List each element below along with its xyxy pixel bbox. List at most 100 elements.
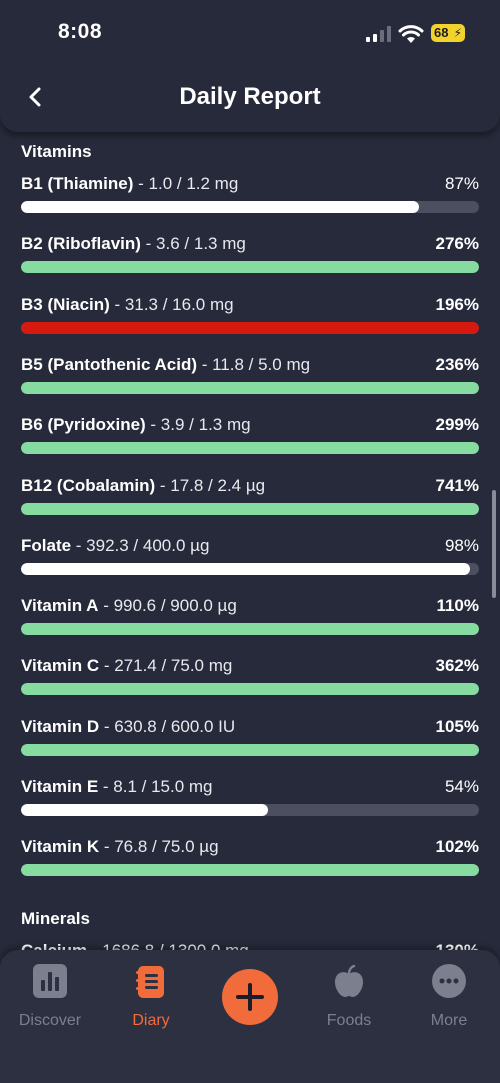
wifi-icon [398,25,424,43]
tab-foods[interactable]: Foods [309,964,389,1030]
nutrient-percent: 98% [444,535,479,555]
progress-bar [21,442,479,455]
tab-diary[interactable]: Diary [111,964,191,1030]
nutrient-row[interactable]: Vitamin D - 630.8 / 600.0 IU 105% [21,717,479,761]
header: Daily Report [0,64,500,132]
nutrient-name: Vitamin D [21,716,100,736]
progress-bar [21,502,479,515]
nutrient-row[interactable]: B5 (Pantothenic Acid) - 11.8 / 5.0 mg 236… [21,355,479,399]
nutrient-label: B12 (Cobalamin) - 17.8 / 2.4 µg [21,476,265,496]
progress-bar [21,864,479,877]
tab-label-more: More [430,1012,468,1029]
section-title-minerals: Minerals [21,909,90,928]
scrollbar[interactable] [492,490,496,598]
progress-bar-fill [21,442,479,455]
nutrient-percent: 236% [435,354,479,374]
nutrient-amount: - 17.8 / 2.4 µg [155,475,266,495]
nutrient-row[interactable]: Vitamin C - 271.4 / 75.0 mg 362% [21,656,479,700]
nutrient-row[interactable]: Vitamin A - 990.6 / 900.0 µg 110% [21,596,479,640]
nutrient-label: Vitamin E - 8.1 / 15.0 mg [21,777,213,797]
progress-bar-fill [21,381,479,394]
nutrient-amount: - 630.8 / 600.0 IU [99,716,236,736]
nutrient-amount: - 76.8 / 75.0 µg [99,837,219,857]
nutrient-label: B2 (Riboflavin) - 3.6 / 1.3 mg [21,234,246,254]
progress-bar-fill [21,804,269,816]
nutrient-percent: 105% [435,716,479,736]
nutrient-percent: 196% [435,294,479,314]
add-entry-button[interactable] [222,969,278,1025]
nutrient-name: B3 (Niacin) [21,294,110,314]
report-scroll-area[interactable]: Vitamins B1 (Thiamine) - 1.0 / 1.2 mg 87%… [0,132,500,950]
nutrient-amount: - 11.8 / 5.0 mg [197,354,311,374]
cellular-signal-icon [366,26,391,42]
progress-bar [21,261,479,274]
nutrient-name: B5 (Pantothenic Acid) [21,354,197,374]
nutrient-amount: - 3.6 / 1.3 mg [140,234,246,254]
progress-bar [21,321,479,334]
nutrient-amount: - 3.9 / 1.3 mg [145,415,251,435]
more-icon [432,964,466,998]
nutrient-amount: - 31.3 / 16.0 mg [109,294,234,314]
charging-bolt-icon: ⚡ [453,26,462,40]
nutrient-percent: 110% [436,596,479,616]
progress-bar [21,381,479,394]
nutrient-label: B1 (Thiamine) - 1.0 / 1.2 mg [21,174,238,194]
progress-bar [21,743,479,756]
tab-label-foods: Foods [326,1012,372,1029]
nutrient-amount: - 1.0 / 1.2 mg [133,174,239,193]
nutrient-row[interactable]: Folate - 392.3 / 400.0 µg 98% [21,536,479,580]
progress-bar-fill [21,562,470,575]
tab-more[interactable]: More [409,964,489,1030]
nutrient-label: Vitamin A - 990.6 / 900.0 µg [21,596,237,616]
nutrient-row[interactable]: B1 (Thiamine) - 1.0 / 1.2 mg 87% [21,174,479,218]
progress-bar [21,201,479,213]
nutrient-name: Vitamin C [21,656,100,676]
battery-level: 68 [434,25,449,40]
nutrient-percent: 362% [435,656,479,676]
nutrient-percent: 741% [435,475,479,495]
progress-bar-fill [21,201,420,213]
nutrient-percent: 54% [444,777,479,796]
nutrient-label: Calcium - 1686.8 / 1300.0 mg [21,941,249,950]
nutrient-name: Vitamin K [21,837,100,857]
progress-bar-fill [21,743,479,756]
diary-icon [136,966,164,998]
nutrient-row[interactable]: Calcium - 1686.8 / 1300.0 mg 130% [21,941,479,950]
nutrient-row[interactable]: Vitamin K - 76.8 / 75.0 µg 102% [21,837,479,881]
progress-bar-fill [21,261,479,274]
nutrient-name: B6 (Pyridoxine) [21,415,146,435]
nutrient-label: B5 (Pantothenic Acid) - 11.8 / 5.0 mg [21,355,310,375]
nutrient-amount: - 271.4 / 75.0 mg [99,656,233,676]
nutrient-name: Folate [21,535,72,555]
nutrient-row[interactable]: B3 (Niacin) - 31.3 / 16.0 mg 196% [21,295,479,339]
apple-icon [335,964,363,997]
progress-bar-fill [21,864,479,877]
tab-label-diary: Diary [132,1012,170,1029]
progress-bar-fill [21,502,479,515]
nutrient-name: Vitamin E [21,777,99,796]
nutrient-amount: - 392.3 / 400.0 µg [71,535,210,555]
nutrient-amount: - 1686.8 / 1300.0 mg [87,941,249,950]
nutrient-name: Vitamin A [21,596,99,616]
bar-chart-icon [33,964,67,998]
progress-bar [21,683,479,696]
nutrient-label: Vitamin K - 76.8 / 75.0 µg [21,837,219,857]
section-title-vitamins: Vitamins [21,142,92,161]
nutrient-label: Vitamin C - 271.4 / 75.0 mg [21,656,232,676]
nutrient-label: Vitamin D - 630.8 / 600.0 IU [21,717,235,737]
nutrient-percent: 299% [435,415,479,435]
nutrient-row[interactable]: B12 (Cobalamin) - 17.8 / 2.4 µg 741% [21,476,479,520]
nutrient-name: B1 (Thiamine) [21,174,134,193]
battery-indicator: 68 ⚡ [431,24,465,42]
nutrient-percent: 87% [444,174,479,193]
progress-bar [21,562,479,575]
tab-discover[interactable]: Discover [10,964,90,1030]
nutrient-percent: 130% [436,941,479,950]
nutrient-label: B6 (Pyridoxine) - 3.9 / 1.3 mg [21,415,251,435]
nutrient-row[interactable]: B6 (Pyridoxine) - 3.9 / 1.3 mg 299% [21,415,479,459]
progress-bar-fill [21,683,479,696]
nutrient-row[interactable]: B2 (Riboflavin) - 3.6 / 1.3 mg 276% [21,234,479,278]
nutrient-row[interactable]: Vitamin E - 8.1 / 15.0 mg 54% [21,777,479,821]
progress-bar-fill [21,321,479,334]
nutrient-label: B3 (Niacin) - 31.3 / 16.0 mg [21,295,234,315]
